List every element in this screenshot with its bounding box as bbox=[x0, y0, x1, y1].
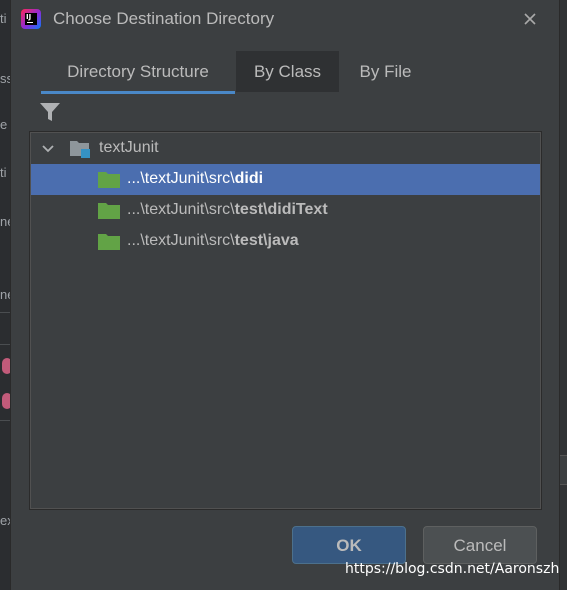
tab-label: By File bbox=[359, 62, 412, 81]
path-prefix: ...\textJunit\src\ bbox=[127, 170, 235, 187]
tree-root-row[interactable]: textJunit bbox=[31, 133, 540, 164]
tab-label: Directory Structure bbox=[67, 62, 209, 81]
filter-icon[interactable] bbox=[39, 101, 61, 123]
close-icon[interactable] bbox=[519, 8, 541, 30]
watermark-url: https://blog.csdn.net/Aaronszh bbox=[345, 561, 560, 577]
tree-item-didi[interactable]: ...\textJunit\src\didi bbox=[31, 164, 540, 195]
dialog-title-bar: IJ Choose Destination Directory bbox=[11, 0, 559, 40]
background-ide-left: ti ss e ti ne ne ex bbox=[0, 0, 14, 590]
folder-icon bbox=[98, 172, 120, 188]
tab-by-class[interactable]: By Class bbox=[236, 51, 339, 92]
tab-label: By Class bbox=[253, 62, 322, 81]
path-prefix: ...\textJunit\src\ bbox=[127, 201, 235, 218]
tab-directory-structure[interactable]: Directory Structure bbox=[41, 51, 235, 94]
cancel-button[interactable]: Cancel bbox=[423, 526, 537, 564]
path-highlight: didi bbox=[234, 170, 264, 187]
background-text-fragment: ti bbox=[0, 165, 7, 180]
dialog-title: Choose Destination Directory bbox=[53, 9, 275, 28]
tree-root-label: textJunit bbox=[99, 139, 159, 156]
background-divider bbox=[0, 312, 10, 313]
path-prefix: ...\textJunit\src\ bbox=[127, 232, 235, 249]
tab-by-file[interactable]: By File bbox=[339, 51, 432, 92]
background-divider bbox=[0, 420, 10, 421]
background-text-fragment: ti bbox=[0, 11, 7, 26]
chevron-down-icon[interactable] bbox=[41, 142, 55, 156]
tree-item-label: ...\textJunit\src\didi bbox=[127, 170, 263, 188]
intellij-app-icon: IJ bbox=[21, 9, 41, 29]
path-highlight: test\java bbox=[234, 232, 299, 249]
folder-icon bbox=[98, 234, 120, 250]
tree-item-test-diditext[interactable]: ...\textJunit\src\test\didiText bbox=[31, 195, 540, 226]
background-text-fragment: e bbox=[0, 117, 8, 132]
directory-tree: textJunit ...\textJunit\src\didi ...\tex… bbox=[29, 131, 542, 510]
tree-item-label: ...\textJunit\src\test\java bbox=[127, 232, 299, 250]
background-divider bbox=[0, 344, 10, 345]
folder-icon bbox=[98, 203, 120, 219]
choose-destination-dialog: IJ Choose Destination Directory Director… bbox=[10, 0, 560, 590]
path-highlight: test\didiText bbox=[234, 201, 328, 218]
tree-item-test-java[interactable]: ...\textJunit\src\test\java bbox=[31, 226, 540, 257]
ok-button[interactable]: OK bbox=[292, 526, 406, 564]
app-icon-text: IJ bbox=[25, 13, 37, 25]
module-folder-icon bbox=[70, 141, 90, 158]
tree-item-label: ...\textJunit\src\test\didiText bbox=[127, 201, 328, 219]
